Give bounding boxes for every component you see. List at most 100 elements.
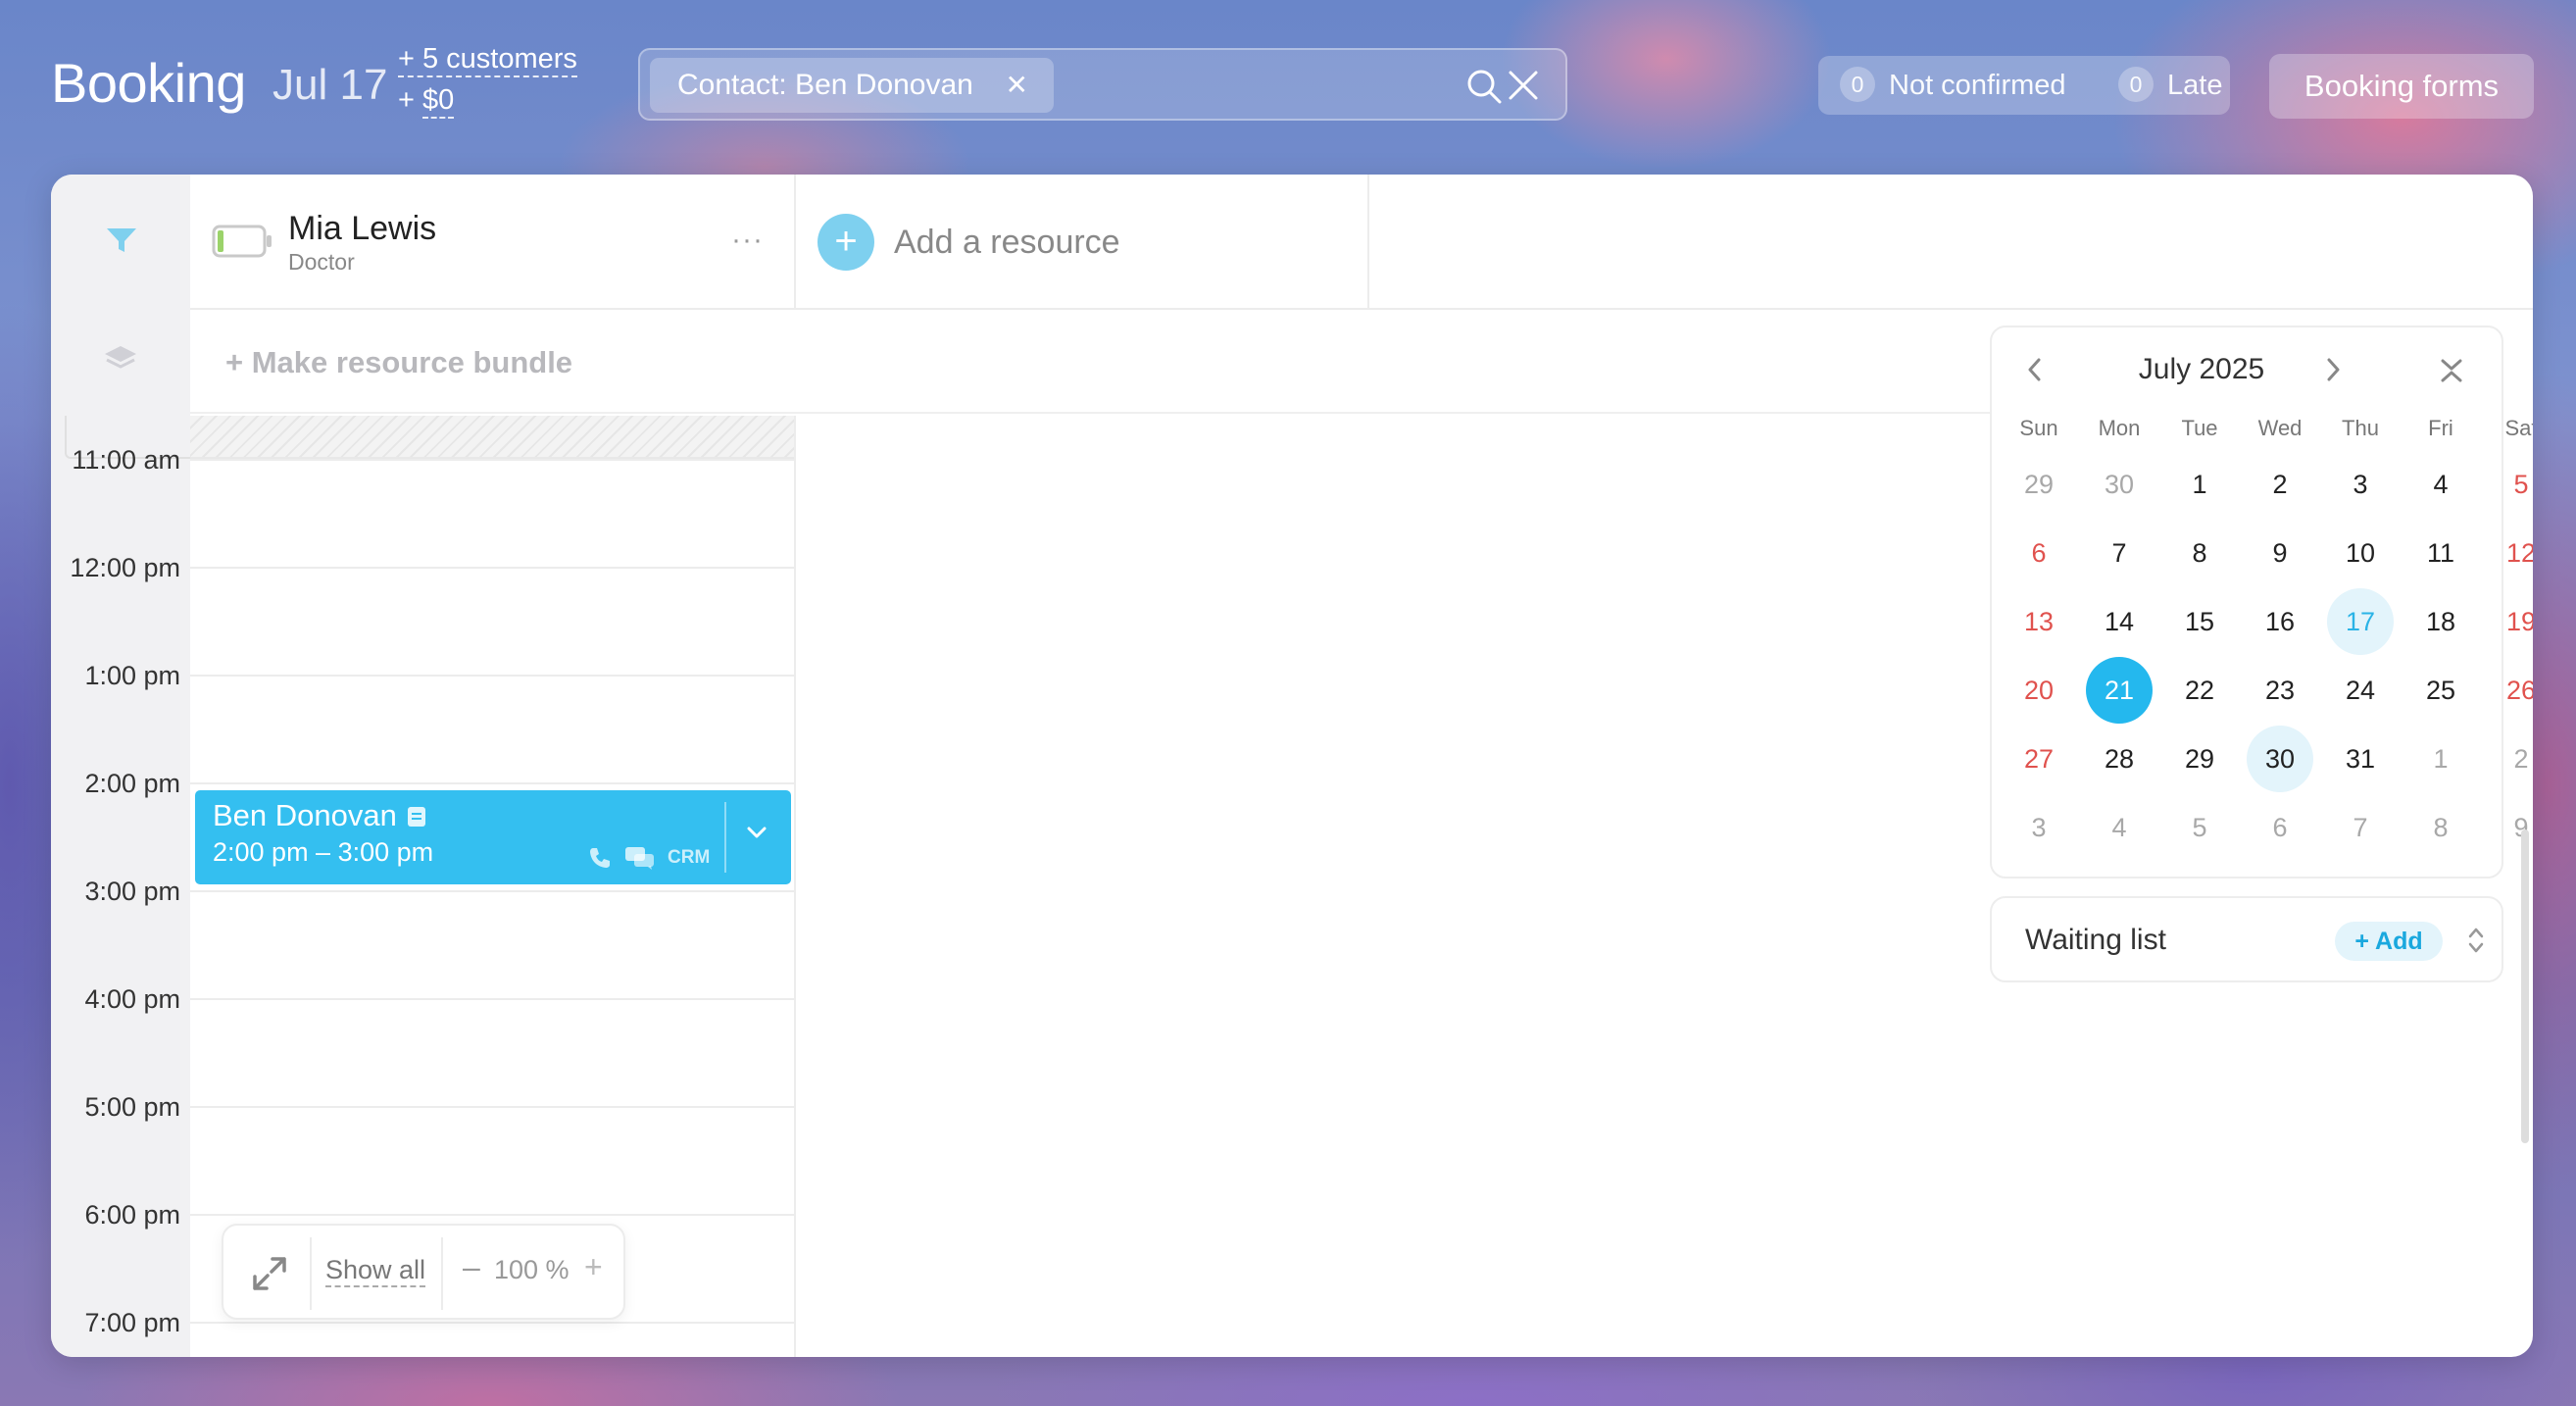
calendar-day[interactable]: 9 (2247, 520, 2313, 586)
calendar-day[interactable]: 8 (2407, 794, 2474, 861)
calendar-day[interactable]: 20 (2006, 657, 2072, 724)
calendar-day[interactable]: 25 (2407, 657, 2474, 724)
calendar-day[interactable]: 19 (2488, 588, 2533, 655)
calendar-day[interactable]: 3 (2006, 794, 2072, 861)
calendar-day[interactable]: 29 (2006, 451, 2072, 518)
calendar-day[interactable]: 4 (2407, 451, 2474, 518)
booking-forms-button[interactable]: Booking forms (2269, 54, 2534, 119)
calendar-day[interactable]: 3 (2327, 451, 2394, 518)
revenue-prefix: + (398, 84, 422, 116)
chevron-right-icon[interactable] (2323, 357, 2343, 387)
calendar-day[interactable]: 26 (2488, 657, 2533, 724)
mini-calendar: July 2025 SunMonTueWedThuFriSat 29301234… (1990, 326, 2533, 879)
calendar-month-title[interactable]: July 2025 (1992, 353, 2372, 386)
resource-header: Mia Lewis Doctor ··· + Add a resource (190, 175, 2533, 310)
late-count: 0 (2118, 67, 2154, 103)
calendar-day[interactable]: 10 (2327, 520, 2394, 586)
clear-search-icon[interactable] (1507, 69, 1540, 107)
contact-filter-chip[interactable]: Contact: Ben Donovan ✕ (650, 58, 1054, 113)
calendar-day[interactable]: 1 (2166, 451, 2233, 518)
calendar-day[interactable]: 29 (2166, 726, 2233, 792)
calendar-day[interactable]: 31 (2327, 726, 2394, 792)
calendar-day[interactable]: 15 (2166, 588, 2233, 655)
calendar-day[interactable]: 4 (2086, 794, 2153, 861)
time-label: 3:00 pm (84, 877, 180, 906)
calendar-day[interactable]: 24 (2327, 657, 2394, 724)
event-divider (724, 802, 726, 873)
calendar-day[interactable]: 14 (2086, 588, 2153, 655)
expand-toggle-icon[interactable] (2466, 924, 2486, 962)
resource-role: Doctor (288, 249, 355, 275)
hour-line (190, 567, 794, 569)
calendar-day[interactable]: 5 (2488, 451, 2533, 518)
calendar-day[interactable]: 2 (2488, 726, 2533, 792)
waiting-list[interactable]: Waiting list + Add (1990, 896, 2503, 982)
customers-count[interactable]: + 5 customers (398, 43, 577, 77)
calendar-day[interactable]: 17 (2327, 588, 2394, 655)
current-date[interactable]: Jul 17 (272, 61, 387, 110)
customers-stat[interactable]: + 5 customers (398, 43, 577, 77)
event-customer-name: Ben Donovan (213, 798, 397, 832)
plus-icon: + (817, 214, 874, 271)
filter-icon[interactable] (105, 226, 138, 260)
show-all-button[interactable]: Show all (325, 1255, 426, 1287)
revenue-value[interactable]: $0 (422, 84, 455, 119)
battery-icon (212, 224, 272, 264)
add-resource-button[interactable]: + Add a resource (796, 175, 1369, 310)
calendar-day[interactable]: 7 (2327, 794, 2394, 861)
hour-line (190, 782, 794, 784)
revenue-stat[interactable]: + $0 (398, 84, 455, 119)
calendar-day[interactable]: 5 (2166, 794, 2233, 861)
not-confirmed-filter[interactable]: 0 Not confirmed (1840, 56, 2066, 115)
hour-line (190, 998, 794, 1000)
weekday-label: Wed (2257, 416, 2303, 440)
calendar-day[interactable]: 1 (2407, 726, 2474, 792)
waiting-list-label: Waiting list (2025, 924, 2166, 956)
calendar-day[interactable]: 7 (2086, 520, 2153, 586)
zoom-in-button[interactable]: + (584, 1249, 603, 1285)
calendar-day[interactable]: 2 (2247, 451, 2313, 518)
collapse-calendar-icon[interactable] (2439, 357, 2464, 389)
calendar-day[interactable]: 18 (2407, 588, 2474, 655)
make-resource-bundle-button[interactable]: + Make resource bundle (225, 345, 572, 380)
resource-more-icon[interactable]: ··· (731, 224, 764, 257)
chevron-down-icon[interactable] (746, 826, 768, 844)
calendar-day[interactable]: 30 (2247, 726, 2313, 792)
calendar-day[interactable]: 27 (2006, 726, 2072, 792)
calendar-day[interactable]: 13 (2006, 588, 2072, 655)
calendar-day[interactable]: 8 (2166, 520, 2233, 586)
resource-column-mia-lewis[interactable]: Mia Lewis Doctor ··· (190, 175, 796, 310)
expand-icon[interactable] (251, 1255, 288, 1297)
zoom-separator (310, 1237, 312, 1310)
calendar-day[interactable]: 11 (2407, 520, 2474, 586)
search-icon[interactable] (1465, 68, 1503, 110)
weekday-label: Mon (2098, 416, 2141, 440)
booking-event[interactable]: Ben Donovan 2:00 pm – 3:00 pm CRM (195, 790, 791, 884)
calendar-day[interactable]: 23 (2247, 657, 2313, 724)
time-label: 2:00 pm (84, 769, 180, 798)
time-label: 5:00 pm (84, 1092, 180, 1122)
time-label: 11:00 am (72, 445, 180, 475)
calendar-day[interactable]: 30 (2086, 451, 2153, 518)
calendar-day[interactable]: 28 (2086, 726, 2153, 792)
unavailable-slot (190, 416, 794, 459)
time-label: 12:00 pm (70, 553, 180, 582)
calendar-day[interactable]: 21 (2086, 657, 2153, 724)
resource-time-grid[interactable] (190, 416, 796, 1357)
weekday-label: Thu (2342, 416, 2379, 440)
hour-line (190, 1106, 794, 1108)
calendar-day[interactable]: 6 (2247, 794, 2313, 861)
note-icon (407, 806, 426, 832)
calendar-day[interactable]: 16 (2247, 588, 2313, 655)
schedule-panel: Mia Lewis Doctor ··· + Add a resource + … (51, 175, 2533, 1357)
calendar-day[interactable]: 6 (2006, 520, 2072, 586)
search-bar[interactable]: Contact: Ben Donovan ✕ (638, 48, 1567, 121)
scrollbar[interactable] (2521, 829, 2529, 1143)
remove-chip-icon[interactable]: ✕ (1006, 58, 1028, 113)
add-to-waiting-list-button[interactable]: + Add (2335, 922, 2443, 961)
zoom-out-button[interactable]: – (463, 1249, 480, 1285)
zoom-level: 100 % (494, 1255, 570, 1284)
calendar-day[interactable]: 12 (2488, 520, 2533, 586)
calendar-day[interactable]: 22 (2166, 657, 2233, 724)
late-filter[interactable]: 0 Late (2118, 56, 2222, 115)
